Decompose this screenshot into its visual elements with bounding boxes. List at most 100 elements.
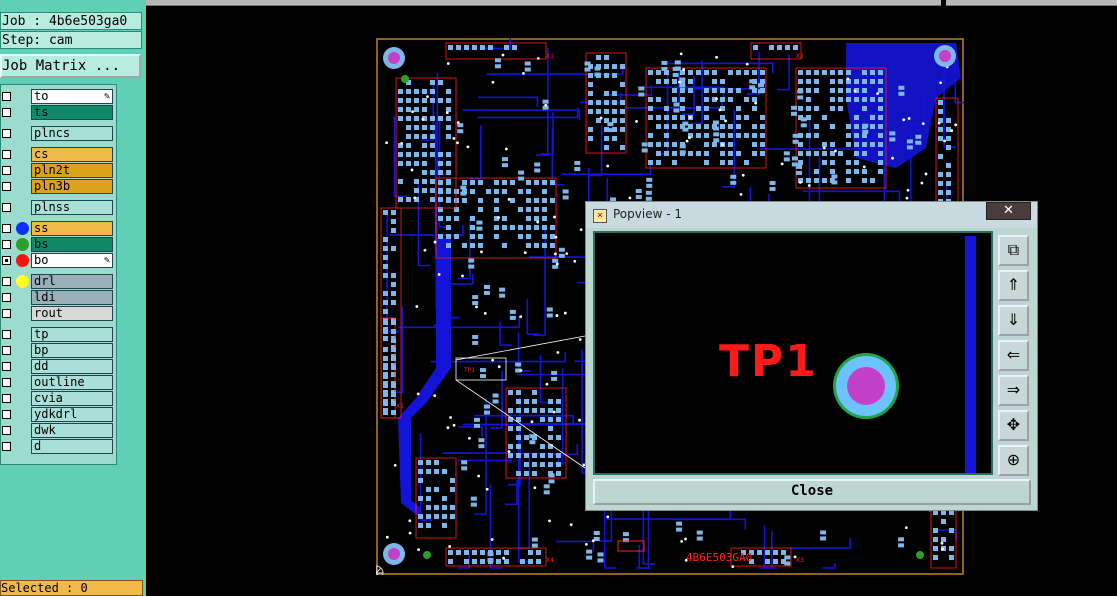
layer-row-bo[interactable]: bo ✎ xyxy=(1,253,117,269)
layer-row-pln2t[interactable]: pln2t xyxy=(1,163,117,179)
layer-row-outline[interactable]: outline xyxy=(1,375,117,391)
layer-checkbox[interactable] xyxy=(2,150,11,159)
layer-name[interactable]: to ✎ xyxy=(31,89,113,104)
layer-checkbox[interactable] xyxy=(2,394,11,403)
layer-name[interactable]: plncs xyxy=(31,126,113,141)
layer-name[interactable]: cs xyxy=(31,147,113,162)
layer-checkbox[interactable] xyxy=(2,442,11,451)
close-button[interactable]: Close xyxy=(593,479,1031,505)
layer-checkbox[interactable] xyxy=(2,293,11,302)
smd-pad xyxy=(720,79,725,84)
layer-row-ts[interactable]: ts xyxy=(1,105,117,121)
via xyxy=(573,259,577,263)
pan-down-icon[interactable]: ⇓ xyxy=(998,305,1029,336)
smd-pad xyxy=(736,88,741,93)
layer-checkbox[interactable] xyxy=(2,426,11,435)
layer-checkbox[interactable] xyxy=(2,277,11,286)
layer-row-dwk[interactable]: dwk xyxy=(1,423,117,439)
layer-row-cvia[interactable]: cvia xyxy=(1,391,117,407)
layer-row-cs[interactable]: cs xyxy=(1,147,117,163)
layer-name[interactable]: ldi xyxy=(31,290,113,305)
layer-row-bp[interactable]: bp xyxy=(1,343,117,359)
pan-up-icon[interactable]: ⇑ xyxy=(998,270,1029,301)
layer-checkbox[interactable] xyxy=(2,129,11,138)
layer-checkbox[interactable] xyxy=(2,346,11,355)
window-close-button[interactable]: ✕ xyxy=(986,202,1031,220)
layer-row-tp[interactable]: tp xyxy=(1,327,117,343)
via xyxy=(939,81,943,85)
layer-checkbox[interactable] xyxy=(2,240,11,249)
layer-checkbox[interactable] xyxy=(2,378,11,387)
smd-pad xyxy=(814,124,819,129)
layer-row-pln3b[interactable]: pln3b xyxy=(1,179,117,195)
smd-pad xyxy=(604,64,609,69)
layer-row-ldi[interactable]: ldi xyxy=(1,290,117,306)
layer-checkbox[interactable] xyxy=(2,203,11,212)
layer-name[interactable]: pln2t xyxy=(31,163,113,178)
smd-pad xyxy=(442,514,447,519)
layer-name[interactable]: ts xyxy=(31,105,113,120)
layer-name[interactable]: d xyxy=(31,439,113,454)
layer-row-plnss[interactable]: plnss xyxy=(1,200,117,216)
layer-row-bs[interactable]: bs xyxy=(1,237,117,253)
smd-pad xyxy=(438,116,443,121)
smd-pad xyxy=(460,191,467,196)
smd-pad xyxy=(757,83,764,88)
layer-checkbox[interactable] xyxy=(2,309,11,318)
layer-checkbox[interactable] xyxy=(2,256,11,265)
smd-pad xyxy=(450,478,455,483)
layer-name[interactable]: pln3b xyxy=(31,179,113,194)
layer-checkbox[interactable] xyxy=(2,362,11,371)
popview-canvas[interactable]: TP1 xyxy=(593,231,993,475)
layer-checkbox[interactable] xyxy=(2,410,11,419)
zoom-center-icon[interactable]: ⊕ xyxy=(998,445,1029,476)
layer-checkbox[interactable] xyxy=(2,330,11,339)
smd-pad xyxy=(604,100,609,105)
layer-name[interactable]: bo ✎ xyxy=(31,253,113,268)
layer-row-d[interactable]: d xyxy=(1,439,117,455)
smd-pad xyxy=(542,216,547,221)
layer-row-drl[interactable]: drl xyxy=(1,274,117,290)
smd-pad xyxy=(502,216,507,221)
layer-name[interactable]: tp xyxy=(31,327,113,342)
layer-name[interactable]: rout xyxy=(31,306,113,321)
layer-name[interactable]: bs xyxy=(31,237,113,252)
fit-icon[interactable]: ✥ xyxy=(998,410,1029,441)
smd-pad xyxy=(478,180,483,185)
zoom-window-icon[interactable]: ⧉ xyxy=(998,235,1029,266)
layer-row-plncs[interactable]: plncs xyxy=(1,126,117,142)
layer-row-ydkdrl[interactable]: ydkdrl xyxy=(1,407,117,423)
layer-row-ss[interactable]: ss xyxy=(1,221,117,237)
popview-titlebar[interactable]: × Popview - 1 ✕ xyxy=(586,202,1037,228)
layer-name[interactable]: bp xyxy=(31,343,113,358)
layer-name[interactable]: dwk xyxy=(31,423,113,438)
layer-checkbox[interactable] xyxy=(2,92,11,101)
pan-right-icon[interactable]: ⇒ xyxy=(998,375,1029,406)
layer-row-to[interactable]: to ✎ xyxy=(1,89,117,105)
smd-pad xyxy=(550,234,555,239)
layer-name[interactable]: plnss xyxy=(31,200,113,215)
smd-pad xyxy=(383,374,388,379)
via xyxy=(862,165,866,169)
layer-name[interactable]: dd xyxy=(31,359,113,374)
layer-row-rout[interactable]: rout xyxy=(1,306,117,322)
layer-name[interactable]: outline xyxy=(31,375,113,390)
layer-name[interactable]: ss xyxy=(31,221,113,236)
layer-checkbox[interactable] xyxy=(2,182,11,191)
layer-name[interactable]: cvia xyxy=(31,391,113,406)
smd-pad xyxy=(422,161,427,166)
via xyxy=(578,418,581,422)
layer-checkbox[interactable] xyxy=(2,166,11,175)
layer-name[interactable]: ydkdrl xyxy=(31,407,113,422)
job-matrix-button[interactable]: Job Matrix ... xyxy=(0,54,141,78)
layer-row-dd[interactable]: dd xyxy=(1,359,117,375)
smd-pad xyxy=(391,282,396,287)
smd-pad xyxy=(556,417,561,422)
layer-checkbox[interactable] xyxy=(2,108,11,117)
smd-pad xyxy=(898,543,905,548)
layer-checkbox[interactable] xyxy=(2,224,11,233)
pan-left-icon[interactable]: ⇐ xyxy=(998,340,1029,371)
layer-name[interactable]: drl xyxy=(31,274,113,289)
smd-pad xyxy=(406,197,411,202)
smd-pad xyxy=(933,546,938,551)
